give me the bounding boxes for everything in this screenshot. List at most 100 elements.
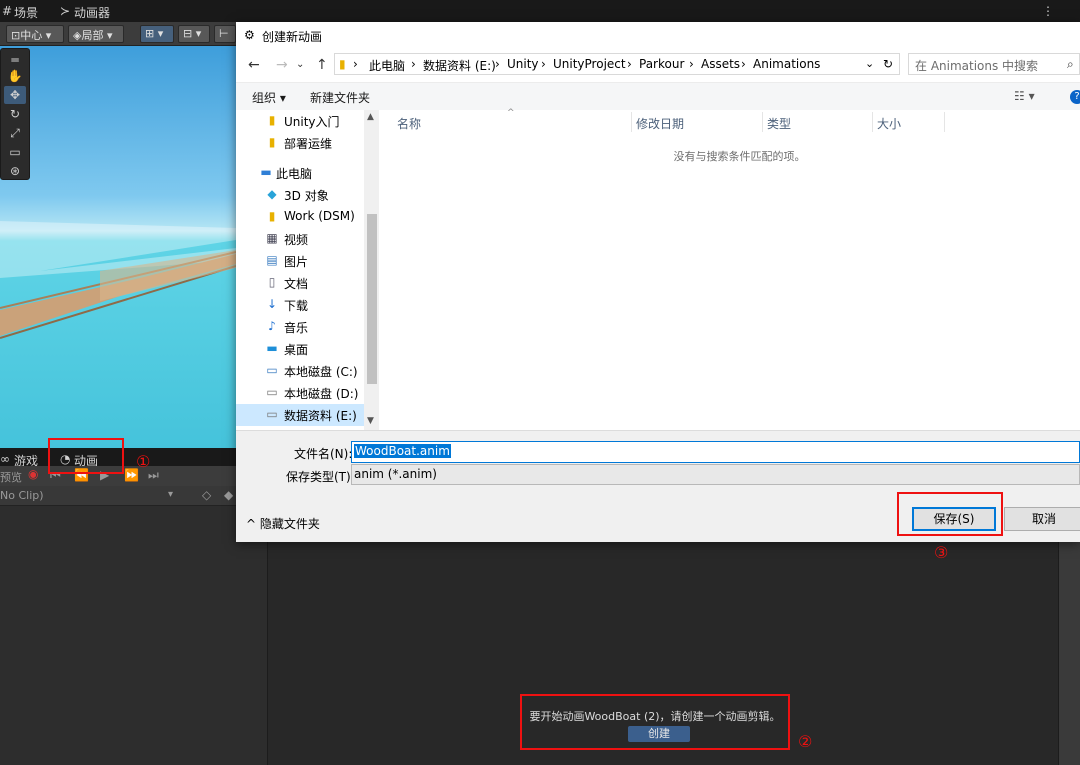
cancel-button[interactable]: 取消: [1004, 507, 1080, 531]
ruler-icon[interactable]: ⊢: [214, 25, 236, 43]
forward-arrow-icon[interactable]: →: [276, 57, 288, 73]
nav-item-label: Work (DSM): [284, 209, 355, 223]
refresh-icon[interactable]: ↻: [883, 57, 893, 71]
rotate-tool-icon[interactable]: ↻: [4, 105, 26, 123]
grid-snap-button[interactable]: ⊞ ▾: [140, 25, 174, 43]
nav-item-label: 本地磁盘 (C:): [284, 365, 358, 379]
nav-item[interactable]: ♪ 音乐: [236, 316, 366, 338]
filename-field[interactable]: WoodBoat.anim: [351, 441, 1080, 463]
breadcrumb-separator: ›: [627, 57, 632, 71]
nav-item[interactable]: ▦ 视频: [236, 228, 366, 250]
column-type[interactable]: 类型: [767, 115, 791, 132]
preview-toggle[interactable]: 预览: [0, 469, 22, 485]
scene-view[interactable]: [0, 46, 236, 448]
highlight-animation-tab: [48, 438, 124, 474]
help-icon[interactable]: ?: [1070, 90, 1080, 104]
address-bar[interactable]: ▮ › 此电脑 › 数据资料 (E:) › Unity › UnityProje…: [334, 53, 900, 75]
add-keyframe-icon[interactable]: ◇: [202, 488, 211, 502]
create-clip-button[interactable]: 创建: [628, 726, 690, 742]
breadcrumb-item[interactable]: Assets: [701, 57, 740, 71]
column-divider[interactable]: [872, 112, 873, 132]
scale-tool-icon[interactable]: ⤢: [4, 124, 26, 142]
search-input[interactable]: 在 Animations 中搜索 ⌕: [908, 53, 1080, 75]
add-event-icon[interactable]: ◆: [224, 488, 233, 502]
chevron-down-icon: ▾: [168, 489, 174, 500]
nav-item-label: 部署运维: [284, 137, 333, 151]
bridge-scene: [0, 221, 236, 339]
record-icon[interactable]: ◉: [28, 467, 38, 481]
scroll-down-icon[interactable]: ▼: [367, 416, 374, 426]
nav-item[interactable]: ▬ 此电脑: [236, 162, 366, 184]
nav-item[interactable]: ▭ 本地磁盘 (C:): [236, 360, 366, 382]
create-clip-prompt: 要开始动画WoodBoat (2)，请创建一个动画剪辑。 创建: [520, 694, 790, 750]
clip-dropdown-label: No Clip): [0, 489, 44, 502]
pivot-icon: ⊡: [11, 29, 21, 42]
transform-tool-icon[interactable]: ⊛: [4, 162, 26, 180]
column-divider[interactable]: [944, 112, 945, 132]
nav-item-label: 文档: [284, 277, 309, 291]
breadcrumb-item[interactable]: Unity: [507, 57, 539, 71]
computer-icon: ▬: [260, 165, 272, 179]
nav-scroll-thumb[interactable]: [367, 214, 377, 384]
breadcrumb-item[interactable]: Animations: [753, 57, 820, 71]
view-options-icon[interactable]: ☷ ▾: [1014, 89, 1035, 103]
column-divider[interactable]: [631, 112, 632, 132]
unity-top-tabbar: # 场景 ≻ 动画器 ⋮: [0, 0, 1080, 22]
nav-item[interactable]: ▮ Unity入门: [236, 110, 366, 132]
breadcrumb-item[interactable]: 数据资料 (E:): [423, 57, 496, 74]
animation-controls: 预览 ◉ ⏮ ⏪ ▶ ⏩ ⏭: [0, 466, 268, 486]
property-list: [0, 506, 268, 765]
clip-selector[interactable]: No Clip) ▾ ◇ ◆: [0, 486, 268, 506]
pictures-icon: ▤: [266, 253, 278, 267]
3d-objects-icon: ◆: [267, 187, 277, 201]
dialog-toolbar: 组织 ▾ 新建文件夹 ☷ ▾ ?: [236, 82, 1080, 110]
breadcrumb-item[interactable]: Parkour: [639, 57, 684, 71]
nav-item[interactable]: ↓ 下载: [236, 294, 366, 316]
drive-icon: ▭: [266, 385, 278, 399]
column-divider[interactable]: [762, 112, 763, 132]
nav-item[interactable]: ◆ 3D 对象: [236, 184, 366, 206]
filename-label: 文件名(N):: [294, 447, 353, 461]
nav-item[interactable]: ▭ 本地磁盘 (D:): [236, 382, 366, 404]
chevron-down-icon[interactable]: ⌄: [865, 57, 874, 70]
nav-item[interactable]: ▮ 部署运维: [236, 132, 366, 154]
nav-item-label: Unity入门: [284, 115, 340, 129]
nav-item-selected[interactable]: ▭ 数据资料 (E:): [236, 404, 366, 426]
kebab-menu-icon[interactable]: ⋮: [1042, 4, 1054, 18]
rect-tool-icon[interactable]: ▭: [4, 143, 26, 161]
nav-item[interactable]: ▮ Work (DSM): [236, 206, 366, 228]
nav-item[interactable]: ▤ 图片: [236, 250, 366, 272]
column-name[interactable]: 名称: [397, 115, 421, 132]
local-toggle[interactable]: ◈局部 ▾: [68, 25, 124, 43]
breadcrumb-item[interactable]: UnityProject: [553, 57, 626, 71]
back-arrow-icon[interactable]: ←: [248, 57, 260, 73]
column-modified[interactable]: 修改日期: [636, 115, 684, 132]
nav-item[interactable]: ▯ 文档: [236, 272, 366, 294]
hand-tool-icon[interactable]: ✋: [4, 67, 26, 85]
nav-item-label: 图片: [284, 255, 309, 269]
tab-animator[interactable]: 动画器: [74, 4, 110, 21]
scene-toolbar: ⊡中心 ▾ ◈局部 ▾ ⊞ ▾ ⊟ ▾ ⊢: [0, 22, 236, 46]
hide-folders-toggle[interactable]: ^ 隐藏文件夹: [246, 515, 320, 532]
screen: # 场景 ≻ 动画器 ⋮ ⊡中心 ▾ ◈局部 ▾ ⊞ ▾ ⊟ ▾ ⊢ ═ ✋ ✥…: [0, 0, 1080, 765]
column-size[interactable]: 大小: [877, 115, 901, 132]
new-folder-button[interactable]: 新建文件夹: [310, 89, 370, 106]
recent-chevron-icon[interactable]: ⌄: [296, 59, 304, 70]
organize-menu[interactable]: 组织 ▾: [252, 89, 286, 106]
up-arrow-icon[interactable]: ↑: [316, 57, 328, 73]
nav-item[interactable]: ▬ 桌面: [236, 338, 366, 360]
scroll-up-icon[interactable]: ▲: [367, 112, 374, 122]
folder-icon: ▮: [268, 135, 276, 149]
pivot-toggle[interactable]: ⊡中心 ▾: [6, 25, 64, 43]
folder-icon: ▮: [268, 113, 276, 127]
filetype-select[interactable]: anim (*.anim): [351, 464, 1080, 485]
breadcrumb-separator: ›: [495, 57, 500, 71]
move-tool-icon[interactable]: ✥: [4, 86, 26, 104]
tab-scene[interactable]: 场景: [14, 4, 38, 21]
timeline-scrollbar[interactable]: [1058, 540, 1080, 765]
breadcrumb-separator: ›: [689, 57, 694, 71]
address-row: ← → ⌄ ↑ ▮ › 此电脑 › 数据资料 (E:) › Unity › Un…: [236, 50, 1080, 80]
breadcrumb-item[interactable]: 此电脑: [369, 57, 405, 74]
increment-snap-button[interactable]: ⊟ ▾: [178, 25, 210, 43]
empty-folder-message: 没有与搜索条件匹配的项。: [673, 150, 806, 163]
